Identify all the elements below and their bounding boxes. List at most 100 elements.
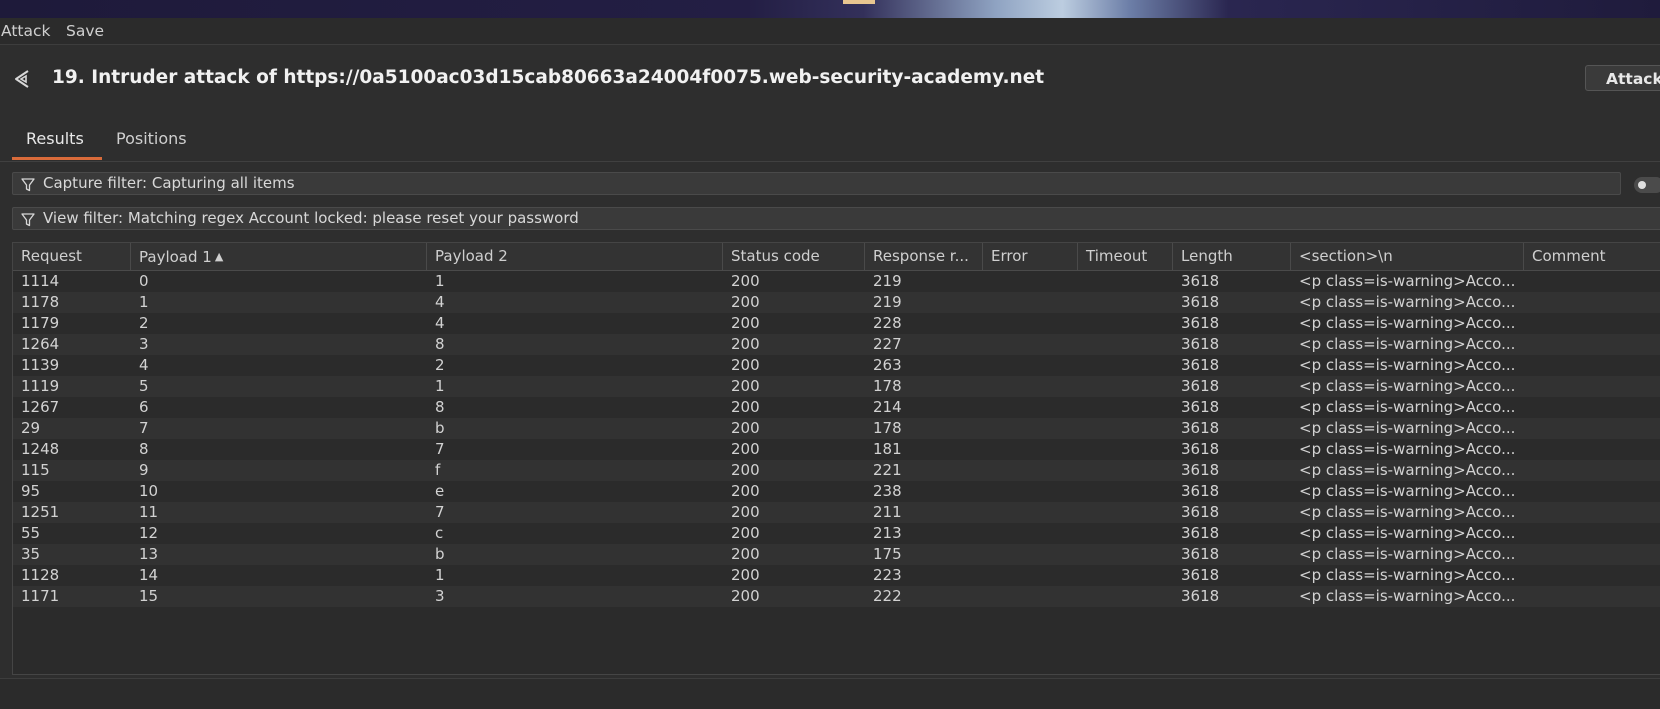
cell-comment — [1524, 376, 1660, 397]
column-header-response-received[interactable]: Response r... — [865, 243, 983, 270]
cell-payload-1: 4 — [139, 356, 149, 374]
cell-status-code: 200 — [731, 587, 760, 605]
column-header-length[interactable]: Length — [1173, 243, 1291, 270]
cell-section: <p class=is-warning>Acco... — [1299, 545, 1516, 563]
capture-toggle[interactable] — [1634, 177, 1660, 193]
table-row[interactable]: 1139 4 2 200 263 3618 <p class=is-warning>Acco… — [13, 355, 1660, 376]
cell-section: <p class=is-warning>Acco... — [1299, 356, 1516, 374]
page-title: 19. Intruder attack of https://0a5100ac0… — [52, 67, 1045, 88]
cell-response-received: 221 — [873, 461, 902, 479]
table-row[interactable]: 1171 15 3 200 222 3618 <p class=is-warning>Acc… — [13, 586, 1660, 607]
column-header-payload-1[interactable]: Payload 1 ▲ — [131, 243, 427, 270]
cell-section: <p class=is-warning>Acco... — [1299, 335, 1516, 353]
cell-section: <p class=is-warning>Acco... — [1299, 314, 1516, 332]
cell-response-received: 175 — [873, 545, 902, 563]
table-row[interactable]: 115 9 f 200 221 3618 <p class=is-warning>Acco.… — [13, 460, 1660, 481]
column-header-status-code[interactable]: Status code — [723, 243, 865, 270]
menu-attack[interactable]: Attack — [1, 22, 50, 40]
cell-payload-2: 7 — [435, 440, 445, 458]
cell-comment — [1524, 397, 1660, 418]
cell-status-code: 200 — [731, 314, 760, 332]
cell-payload-1: 2 — [139, 314, 149, 332]
table-row[interactable]: 1267 6 8 200 214 3618 <p class=is-warning>Acco… — [13, 397, 1660, 418]
cell-timeout — [1078, 355, 1173, 376]
column-header-error[interactable]: Error — [983, 243, 1078, 270]
cell-payload-2: 1 — [435, 377, 445, 395]
capture-filter-bar[interactable]: Capture filter: Capturing all items — [12, 172, 1621, 195]
cell-response-received: 228 — [873, 314, 902, 332]
table-row[interactable]: 29 7 b 200 178 3618 <p class=is-warning>Acco..… — [13, 418, 1660, 439]
cell-section: <p class=is-warning>Acco... — [1299, 587, 1516, 605]
column-header-section[interactable]: <section>\n — [1291, 243, 1524, 270]
column-header-comment[interactable]: Comment — [1524, 243, 1660, 270]
cell-request: 1171 — [21, 587, 60, 605]
cell-length: 3618 — [1181, 398, 1220, 416]
cell-comment — [1524, 586, 1660, 607]
cell-request: 1128 — [21, 566, 60, 584]
cell-timeout — [1078, 334, 1173, 355]
cell-response-received: 213 — [873, 524, 902, 542]
cell-payload-2: b — [435, 419, 445, 437]
tab-results[interactable]: Results — [26, 129, 84, 148]
cell-request: 1248 — [21, 440, 60, 458]
cell-status-code: 200 — [731, 272, 760, 290]
view-filter-bar[interactable]: View filter: Matching regex Account lock… — [12, 207, 1660, 230]
cell-length: 3618 — [1181, 293, 1220, 311]
cell-payload-2: b — [435, 545, 445, 563]
table-row[interactable]: 55 12 c 200 213 3618 <p class=is-warning>Acco.… — [13, 523, 1660, 544]
table-row[interactable]: 95 10 e 200 238 3618 <p class=is-warning>Acco.… — [13, 481, 1660, 502]
cell-length: 3618 — [1181, 503, 1220, 521]
cell-section: <p class=is-warning>Acco... — [1299, 524, 1516, 542]
cell-timeout — [1078, 586, 1173, 607]
table-row[interactable]: 1264 3 8 200 227 3618 <p class=is-warning>Acco… — [13, 334, 1660, 355]
table-row[interactable]: 35 13 b 200 175 3618 <p class=is-warning>Acco.… — [13, 544, 1660, 565]
cell-timeout — [1078, 481, 1173, 502]
filter-icon — [21, 177, 35, 192]
cell-section: <p class=is-warning>Acco... — [1299, 398, 1516, 416]
table-row[interactable]: 1114 0 1 200 219 3618 <p class=is-warning>Acco… — [13, 271, 1660, 292]
cell-payload-1: 0 — [139, 272, 149, 290]
tab-positions[interactable]: Positions — [116, 129, 187, 148]
cell-timeout — [1078, 271, 1173, 292]
column-label: Error — [991, 247, 1028, 265]
back-arrow-icon[interactable] — [12, 68, 34, 90]
column-label: Timeout — [1086, 247, 1148, 265]
cell-request: 95 — [21, 482, 41, 500]
cell-section: <p class=is-warning>Acco... — [1299, 293, 1516, 311]
cell-payload-2: 3 — [435, 587, 445, 605]
cell-timeout — [1078, 544, 1173, 565]
cell-timeout — [1078, 397, 1173, 418]
cell-length: 3618 — [1181, 377, 1220, 395]
cell-request: 1251 — [21, 503, 60, 521]
cell-status-code: 200 — [731, 398, 760, 416]
cell-error — [983, 439, 1078, 460]
table-row[interactable]: 1178 1 4 200 219 3618 <p class=is-warning>Acco… — [13, 292, 1660, 313]
cell-error — [983, 376, 1078, 397]
cell-comment — [1524, 271, 1660, 292]
filter-icon — [21, 212, 35, 227]
cell-error — [983, 502, 1078, 523]
cell-payload-1: 1 — [139, 293, 149, 311]
table-row[interactable]: 1251 11 7 200 211 3618 <p class=is-warning>Acc… — [13, 502, 1660, 523]
column-header-request[interactable]: Request — [13, 243, 131, 270]
cell-length: 3618 — [1181, 482, 1220, 500]
column-header-payload-2[interactable]: Payload 2 — [427, 243, 723, 270]
cell-request: 1267 — [21, 398, 60, 416]
table-row[interactable]: 1179 2 4 200 228 3618 <p class=is-warning>Acco… — [13, 313, 1660, 334]
cell-status-code: 200 — [731, 440, 760, 458]
table-row[interactable]: 1248 8 7 200 181 3618 <p class=is-warning>Acco… — [13, 439, 1660, 460]
cell-timeout — [1078, 376, 1173, 397]
cell-length: 3618 — [1181, 335, 1220, 353]
cell-error — [983, 418, 1078, 439]
cell-payload-1: 13 — [139, 545, 159, 563]
cell-section: <p class=is-warning>Acco... — [1299, 440, 1516, 458]
cell-section: <p class=is-warning>Acco... — [1299, 419, 1516, 437]
table-row[interactable]: 1119 5 1 200 178 3618 <p class=is-warning>Acco… — [13, 376, 1660, 397]
cell-comment — [1524, 481, 1660, 502]
table-row[interactable]: 1128 14 1 200 223 3618 <p class=is-warning>Acc… — [13, 565, 1660, 586]
cell-payload-2: 7 — [435, 503, 445, 521]
attack-button[interactable]: Attack — [1585, 65, 1660, 91]
menu-save[interactable]: Save — [66, 22, 104, 40]
table-header: Request Payload 1 ▲ Payload 2 Status code… — [13, 243, 1660, 271]
column-header-timeout[interactable]: Timeout — [1078, 243, 1173, 270]
